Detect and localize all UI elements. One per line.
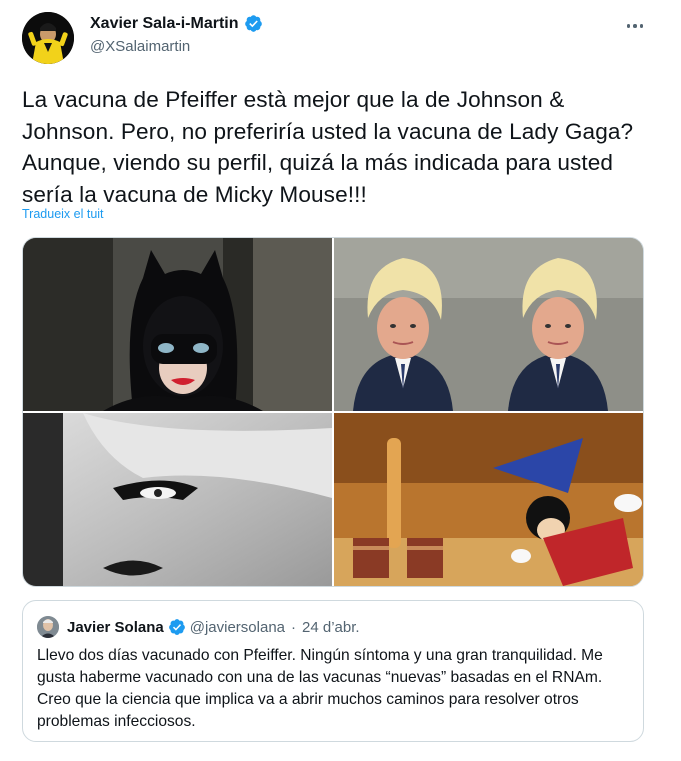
author-display-name[interactable]: Xavier Sala-i-Martin — [90, 15, 239, 33]
tweet-text: La vacuna de Pfeiffer està mejor que la … — [22, 87, 634, 207]
media-image-lady-gaga[interactable] — [23, 413, 332, 586]
quoted-author-name: Javier Solana — [67, 618, 164, 636]
quoted-separator: · — [291, 618, 297, 636]
author-handle[interactable]: @XSalaimartin — [90, 38, 190, 55]
media-image-boris-johnson[interactable] — [334, 238, 643, 411]
media-image-catwoman[interactable] — [23, 238, 332, 411]
tweet-media-grid[interactable] — [22, 237, 644, 587]
quoted-author-avatar[interactable] — [37, 616, 59, 638]
author-avatar[interactable] — [22, 12, 74, 64]
media-image-mickey-mouse[interactable] — [334, 413, 643, 586]
quoted-author-handle: @javiersolana — [189, 618, 286, 636]
author-name-row[interactable]: Xavier Sala-i-Martin — [90, 14, 263, 33]
quoted-text: Llevo dos días vacunado con Pfeiffer. Ni… — [37, 647, 603, 730]
quoted-date[interactable]: 24 d’abr. — [302, 619, 360, 636]
translate-link[interactable]: Tradueix el tuit — [22, 207, 104, 221]
quoted-tweet[interactable]: Javier Solana @javiersolana · 24 d’abr. … — [22, 600, 644, 742]
quoted-header: Javier Solana @javiersolana · 24 d’abr. — [67, 618, 360, 636]
tweet: Xavier Sala-i-Martin @XSalaimartin La va… — [0, 0, 681, 761]
verified-badge-icon — [168, 619, 185, 635]
verified-badge-icon — [244, 15, 262, 32]
more-options-icon[interactable] — [622, 16, 648, 36]
